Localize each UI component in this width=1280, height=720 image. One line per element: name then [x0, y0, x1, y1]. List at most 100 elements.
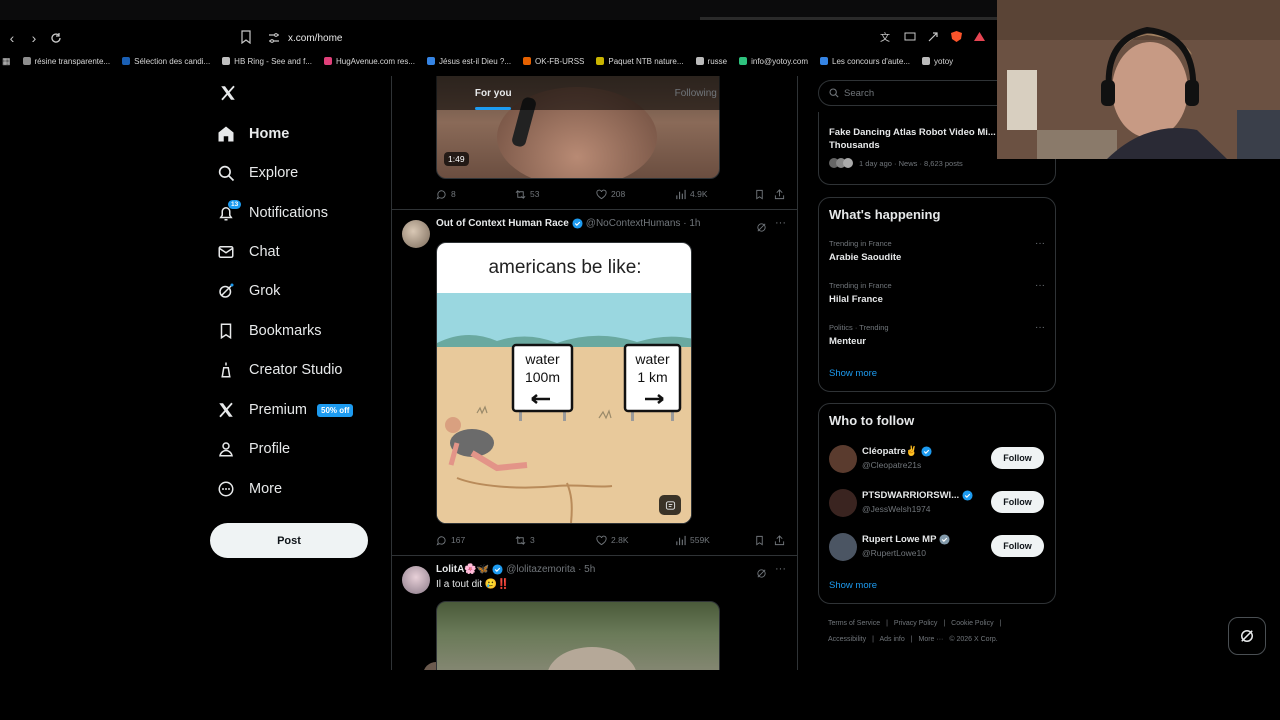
more-options-icon[interactable]: ··· [775, 217, 786, 229]
sign-left-line1: water [525, 351, 560, 367]
follow-button[interactable]: Follow [991, 447, 1044, 469]
cookie-link[interactable]: Cookie Policy [951, 620, 993, 627]
favicon-icon [122, 57, 131, 65]
follow-suggestion-name[interactable]: Rupert Lowe MP [862, 534, 950, 545]
repost-button[interactable]: 53 [515, 189, 539, 200]
bookmark-item[interactable]: Paquet NTB nature... [596, 57, 684, 66]
bookmark-item[interactable]: yotoy [922, 57, 953, 66]
bookmark-page-icon[interactable] [240, 30, 256, 46]
show-more-link[interactable]: Show more [829, 368, 877, 379]
nav-home[interactable]: Home [217, 121, 289, 147]
nav-bookmarks[interactable]: Bookmarks [217, 318, 322, 344]
bookmark-item[interactable]: Jésus est-il Dieu ?... [427, 57, 511, 66]
share-button[interactable] [774, 188, 789, 200]
bookmark-item[interactable]: OK-FB-URSS [523, 57, 584, 66]
accessibility-link[interactable]: Accessibility [828, 636, 866, 643]
author-name[interactable]: Out of Context Human Race [436, 218, 569, 229]
grok-floating-button[interactable] [1228, 617, 1266, 655]
views-button[interactable]: 4.9K [675, 189, 708, 200]
reply-button[interactable]: 8 [436, 189, 456, 200]
like-count: 208 [611, 189, 626, 199]
views-button[interactable]: 559K [675, 535, 710, 546]
bookmark-label: HugAvenue.com res... [336, 56, 416, 66]
privacy-link[interactable]: Privacy Policy [894, 620, 938, 627]
right-sidebar: Search Fake Dancing Atlas Robot Video Mi… [818, 76, 1056, 670]
favicon-icon [22, 57, 31, 65]
nav-premium[interactable]: Premium 50% off [217, 397, 354, 423]
account-handle[interactable]: @Cleopatre21s [862, 460, 921, 470]
nav-notifications[interactable]: 13 Notifications [217, 200, 328, 226]
url-text[interactable]: x.com/home [288, 33, 342, 44]
author-handle[interactable]: @NoContextHumans · 1h [586, 218, 701, 229]
share-icon[interactable] [927, 30, 943, 46]
nav-explore[interactable]: Explore [217, 160, 298, 186]
avatar[interactable] [402, 220, 430, 248]
repost-button[interactable]: 3 [515, 535, 535, 546]
avatar[interactable] [829, 489, 857, 517]
translate-icon[interactable]: 文 [880, 30, 896, 46]
follow-suggestion-name[interactable]: PTSDWARRIORSWI... [862, 490, 973, 501]
cast-icon[interactable] [904, 30, 920, 46]
gif-badge-icon[interactable] [659, 495, 681, 515]
tab-following[interactable]: Following [595, 76, 798, 110]
x-logo-icon[interactable] [219, 84, 239, 104]
tweet-image[interactable]: americans be like: water 100m water 1 km [436, 242, 692, 524]
apps-icon[interactable]: ▦ [2, 56, 11, 67]
more-options-icon[interactable]: ··· [775, 563, 786, 575]
bookmark-item[interactable]: Sélection des candi... [122, 57, 210, 66]
share-button[interactable] [774, 534, 789, 546]
brave-shield-icon[interactable] [950, 30, 966, 46]
grok-explain-icon[interactable] [756, 566, 768, 578]
back-icon[interactable]: ‹ [2, 28, 22, 48]
bookmark-item[interactable]: Les concours d'aute... [820, 57, 910, 66]
nav-chat-label: Chat [249, 244, 280, 260]
nav-profile[interactable]: Profile [217, 436, 290, 462]
bookmark-label: russe [707, 56, 728, 66]
author-name[interactable]: LolitA🌸🦋 [436, 564, 489, 575]
ads-info-link[interactable]: Ads info [879, 636, 904, 643]
reload-icon[interactable] [46, 28, 66, 48]
account-handle[interactable]: @RupertLowe10 [862, 548, 926, 558]
like-button[interactable]: 2.8K [596, 535, 629, 546]
follow-button[interactable]: Follow [991, 491, 1044, 513]
brave-rewards-icon[interactable] [973, 30, 989, 46]
nav-chat[interactable]: Chat [217, 239, 280, 265]
tab-for-you[interactable]: For you [392, 76, 595, 110]
bookmark-item[interactable]: russe [695, 56, 728, 66]
reply-button[interactable]: 167 [436, 535, 465, 546]
grok-explain-icon[interactable] [756, 220, 768, 232]
favicon-icon [739, 57, 748, 65]
repost-count: 3 [530, 535, 535, 545]
views-count: 559K [690, 535, 710, 545]
avatar[interactable] [402, 566, 430, 594]
active-tab[interactable] [700, 17, 1000, 20]
trend-context: Politics · Trending [829, 323, 889, 332]
bookmark-item[interactable]: HugAvenue.com res... [324, 57, 415, 66]
terms-link[interactable]: Terms of Service [828, 620, 880, 627]
follow-button[interactable]: Follow [991, 535, 1044, 557]
nav-creator-studio[interactable]: Creator Studio [217, 357, 343, 383]
more-options-icon[interactable]: ··· [1035, 280, 1045, 291]
show-more-link[interactable]: Show more [829, 580, 877, 591]
bookmarks-bar: ▦ résine transparente... Sélection des ca… [0, 52, 1000, 70]
follow-suggestion-name[interactable]: Cléopatre✌️ [862, 446, 932, 457]
bookmark-item[interactable]: résine transparente... [22, 57, 110, 66]
avatar[interactable] [829, 445, 857, 473]
more-options-icon[interactable]: ··· [1035, 322, 1045, 333]
author-handle[interactable]: @lolitazemorita · 5h [506, 564, 595, 575]
bookmark-item[interactable]: HB Ring - See and f... [222, 57, 312, 66]
like-button[interactable]: 208 [596, 189, 625, 200]
more-options-icon[interactable]: ··· [1035, 238, 1045, 249]
nav-grok[interactable]: Grok [217, 278, 280, 304]
tweet-image[interactable] [436, 601, 720, 670]
account-handle[interactable]: @JessWelsh1974 [862, 504, 930, 514]
more-link[interactable]: More ··· [919, 636, 944, 643]
avatar[interactable] [829, 533, 857, 561]
bookmark-item[interactable]: info@yotoy.com [739, 57, 808, 66]
forward-icon[interactable]: › [24, 28, 44, 48]
post-button[interactable]: Post [210, 523, 368, 558]
bookmark-button[interactable] [754, 535, 769, 546]
site-settings-icon[interactable] [268, 32, 280, 44]
nav-more[interactable]: More [217, 476, 282, 502]
bookmark-button[interactable] [754, 189, 769, 200]
